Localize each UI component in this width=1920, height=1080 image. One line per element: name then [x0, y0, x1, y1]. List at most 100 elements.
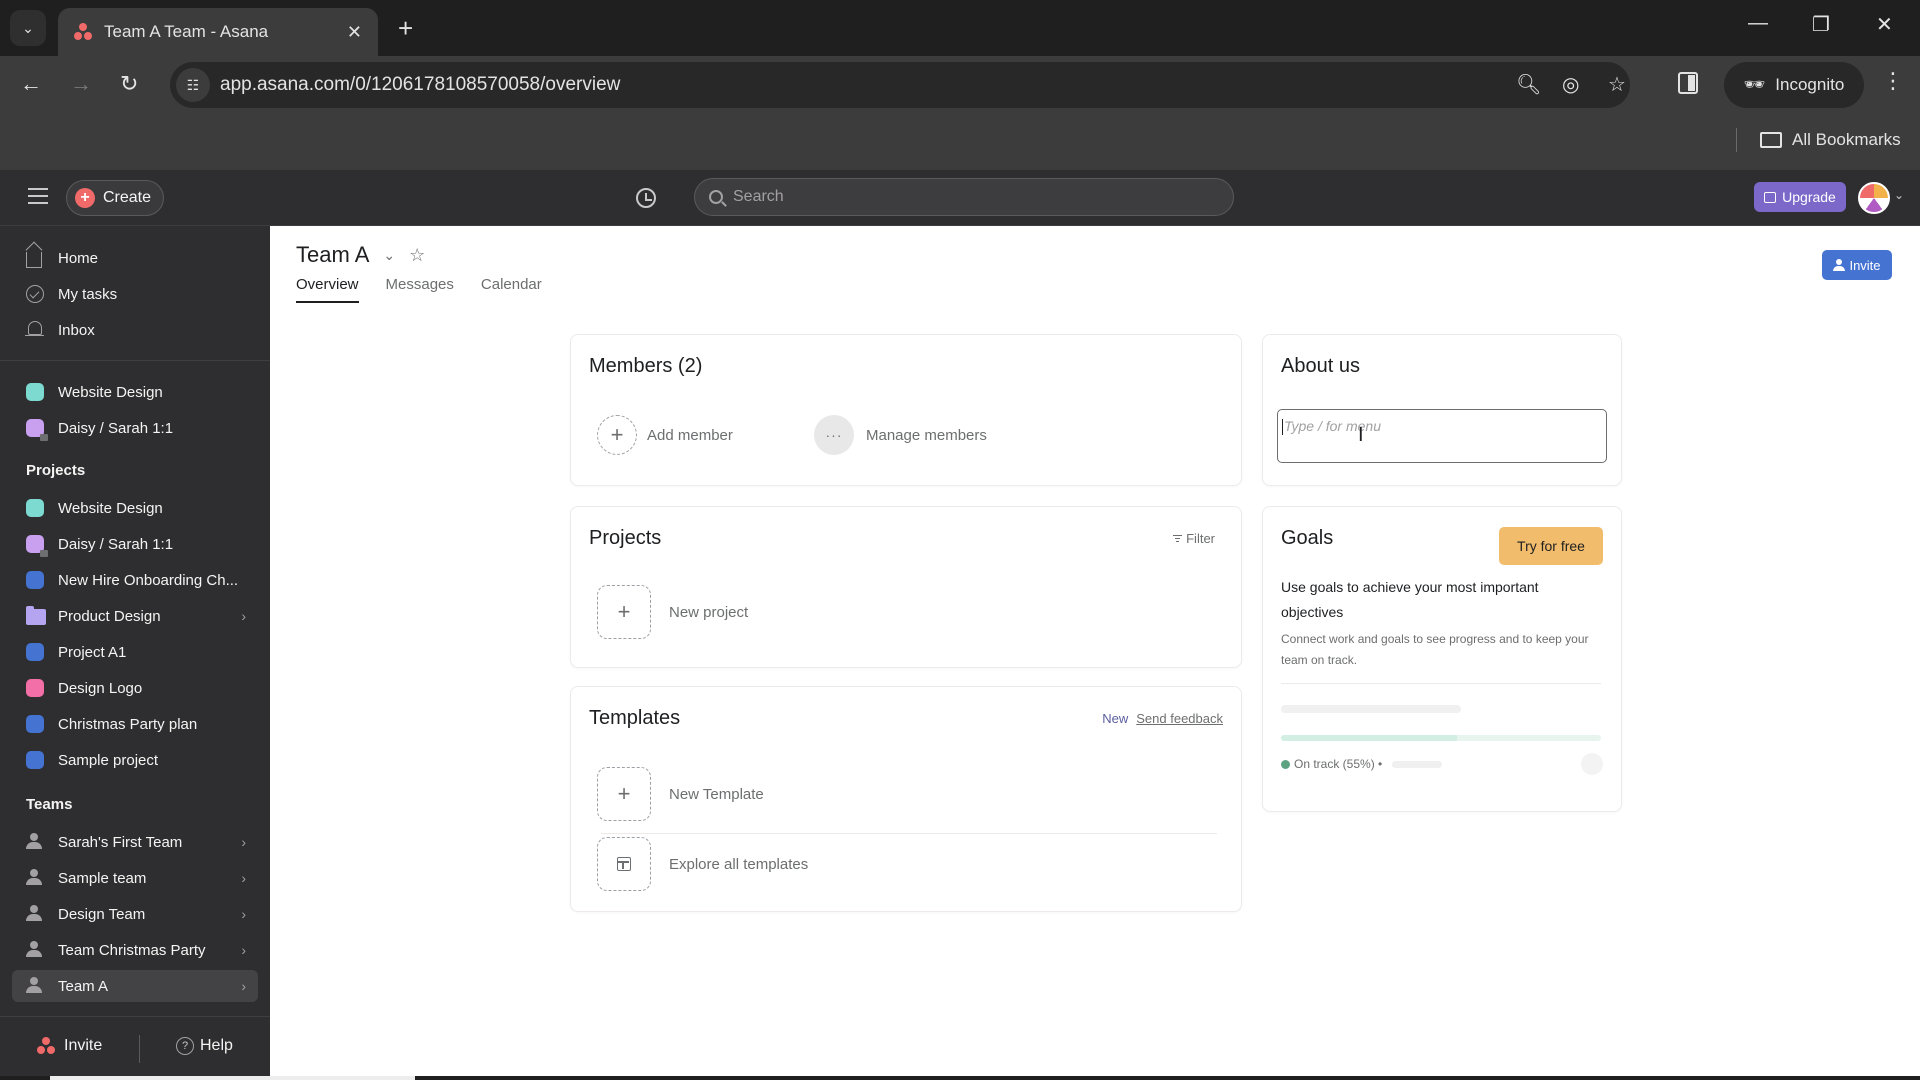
minimize-icon[interactable]: — [1748, 12, 1768, 35]
sidebar-item-home[interactable]: Home [12, 242, 258, 274]
tab-search-button[interactable]: ⌄ [10, 10, 46, 46]
sidebar-team[interactable]: Design Team › [12, 898, 258, 930]
side-panel-icon[interactable] [1678, 72, 1698, 94]
chevron-down-icon[interactable]: ⌄ [1894, 188, 1904, 202]
browser-tab[interactable]: Team A Team - Asana ✕ [58, 8, 378, 56]
reload-icon[interactable]: ↻ [120, 72, 138, 96]
page-title: Team A [296, 242, 370, 267]
sidebar-item-label: Daisy / Sarah 1:1 [58, 535, 174, 553]
app-topbar: + Create Search Upgrade ⌄ [0, 170, 1920, 226]
tab-messages[interactable]: Messages [386, 276, 454, 303]
browser-toolbar: ← → ↻ ☷ app.asana.com/0/1206178108570058… [0, 56, 1920, 116]
check-circle-icon [26, 285, 44, 303]
project-color-icon [26, 383, 44, 401]
chevron-right-icon[interactable]: › [241, 870, 246, 886]
try-for-free-button[interactable]: Try for free [1499, 527, 1603, 565]
sidebar-project[interactable]: Website Design [12, 492, 258, 524]
team-icon [26, 941, 44, 959]
sidebar-item-my-tasks[interactable]: My tasks [12, 278, 258, 310]
sidebar-portfolio[interactable]: Product Design › [12, 600, 258, 632]
sidebar-project[interactable]: Daisy / Sarah 1:1 [12, 528, 258, 560]
sidebar-favorite[interactable]: Daisy / Sarah 1:1 [12, 412, 258, 444]
sidebar-item-label: Christmas Party plan [58, 715, 198, 733]
sidebar-team[interactable]: Team Christmas Party › [12, 934, 258, 966]
avatar[interactable] [1858, 182, 1890, 214]
sidebar-item-label: Product Design [58, 607, 161, 625]
scrollbar-thumb[interactable] [50, 1076, 415, 1080]
new-template-button[interactable]: + New Template [597, 767, 764, 821]
back-icon[interactable]: ← [20, 72, 42, 96]
project-color-icon [26, 751, 44, 769]
more-icon: ··· [814, 415, 854, 455]
projects-heading[interactable]: Projects [26, 462, 85, 479]
sidebar-favorite[interactable]: Website Design [12, 376, 258, 408]
search-icon [709, 190, 723, 204]
chevron-right-icon[interactable]: › [241, 834, 246, 850]
team-icon [26, 977, 44, 995]
sidebar-team[interactable]: Sarah's First Team › [12, 826, 258, 858]
templates-actions: New Send feedback [1102, 711, 1223, 726]
page-tabs: Overview Messages Calendar [296, 276, 542, 303]
tab-title: Team A Team - Asana [104, 22, 269, 41]
url-text[interactable]: app.asana.com/0/1206178108570058/overvie… [220, 74, 620, 96]
manage-members-button[interactable]: ··· Manage members [814, 415, 987, 455]
search-input[interactable]: Search [694, 178, 1234, 216]
filter-button[interactable]: Filter [1173, 531, 1215, 546]
incognito-label: Incognito [1775, 75, 1845, 94]
sidebar-project[interactable]: Sample project [12, 744, 258, 776]
explore-templates-button[interactable]: Explore all templates [597, 837, 808, 891]
star-icon[interactable]: ☆ [409, 245, 425, 266]
forward-icon[interactable]: → [70, 72, 92, 96]
new-tab-button[interactable]: + [398, 14, 413, 42]
incognito-indicator[interactable]: 🕶︎ Incognito [1724, 62, 1864, 108]
goal-date-placeholder [1392, 760, 1443, 768]
chevron-right-icon[interactable]: › [241, 978, 246, 994]
sidebar-item-label: Website Design [58, 383, 163, 401]
restore-icon[interactable]: ❐ [1812, 12, 1830, 37]
sidebar-item-label: Sample team [58, 869, 147, 887]
eye-off-icon[interactable]: ◎ [1562, 72, 1579, 97]
sidebar-divider [0, 360, 270, 361]
zoom-icon[interactable]: 🔍︎ [1516, 72, 1541, 97]
invite-button[interactable]: Invite [1822, 250, 1892, 280]
sidebar-invite-button[interactable]: Invite [36, 1037, 102, 1055]
history-icon[interactable] [636, 188, 656, 208]
project-color-icon [26, 679, 44, 697]
sidebar-project[interactable]: Project A1 [12, 636, 258, 668]
bookmark-star-icon[interactable]: ☆ [1608, 72, 1626, 97]
chevron-down-icon[interactable]: ⌄ [383, 247, 395, 264]
plus-icon: + [75, 188, 95, 208]
sidebar-project[interactable]: Design Logo [12, 672, 258, 704]
sidebar-toggle-icon[interactable] [28, 188, 48, 204]
sidebar-team[interactable]: Sample team › [12, 862, 258, 894]
sidebar-project[interactable]: New Hire Onboarding Ch... [12, 564, 258, 596]
address-bar[interactable]: ☷ app.asana.com/0/1206178108570058/overv… [170, 62, 1630, 108]
sidebar-item-inbox[interactable]: Inbox [12, 314, 258, 346]
window-close-icon[interactable]: ✕ [1876, 12, 1893, 37]
create-button[interactable]: + Create [66, 180, 164, 216]
chevron-right-icon[interactable]: › [241, 608, 246, 624]
folder-icon [1760, 132, 1782, 148]
tab-calendar[interactable]: Calendar [481, 276, 542, 303]
sidebar-team-active[interactable]: Team A › [12, 970, 258, 1002]
new-project-button[interactable]: + New project [597, 585, 748, 639]
chevron-right-icon[interactable]: › [241, 906, 246, 922]
chevron-right-icon[interactable]: › [241, 942, 246, 958]
lock-icon [40, 550, 48, 557]
about-input[interactable]: Type / for menu I [1277, 409, 1607, 463]
tab-close-icon[interactable]: ✕ [347, 22, 362, 43]
members-title: Members (2) [589, 355, 703, 377]
main-content: Team A ⌄ ☆ Overview Messages Calendar In… [270, 226, 1920, 1080]
add-member-button[interactable]: + Add member [597, 415, 733, 455]
template-icon [597, 837, 651, 891]
site-info-icon[interactable]: ☷ [176, 68, 210, 102]
upgrade-button[interactable]: Upgrade [1754, 182, 1846, 212]
help-button[interactable]: ? Help [176, 1037, 233, 1055]
teams-heading[interactable]: Teams [26, 796, 72, 813]
sidebar-project[interactable]: Christmas Party plan [12, 708, 258, 740]
send-feedback-link[interactable]: Send feedback [1136, 711, 1223, 726]
tab-overview[interactable]: Overview [296, 276, 359, 303]
browser-menu-icon[interactable]: ⋮ [1882, 68, 1904, 94]
members-card: Members (2) + Add member ··· Manage memb… [570, 334, 1242, 486]
all-bookmarks-button[interactable]: All Bookmarks [1760, 130, 1901, 150]
